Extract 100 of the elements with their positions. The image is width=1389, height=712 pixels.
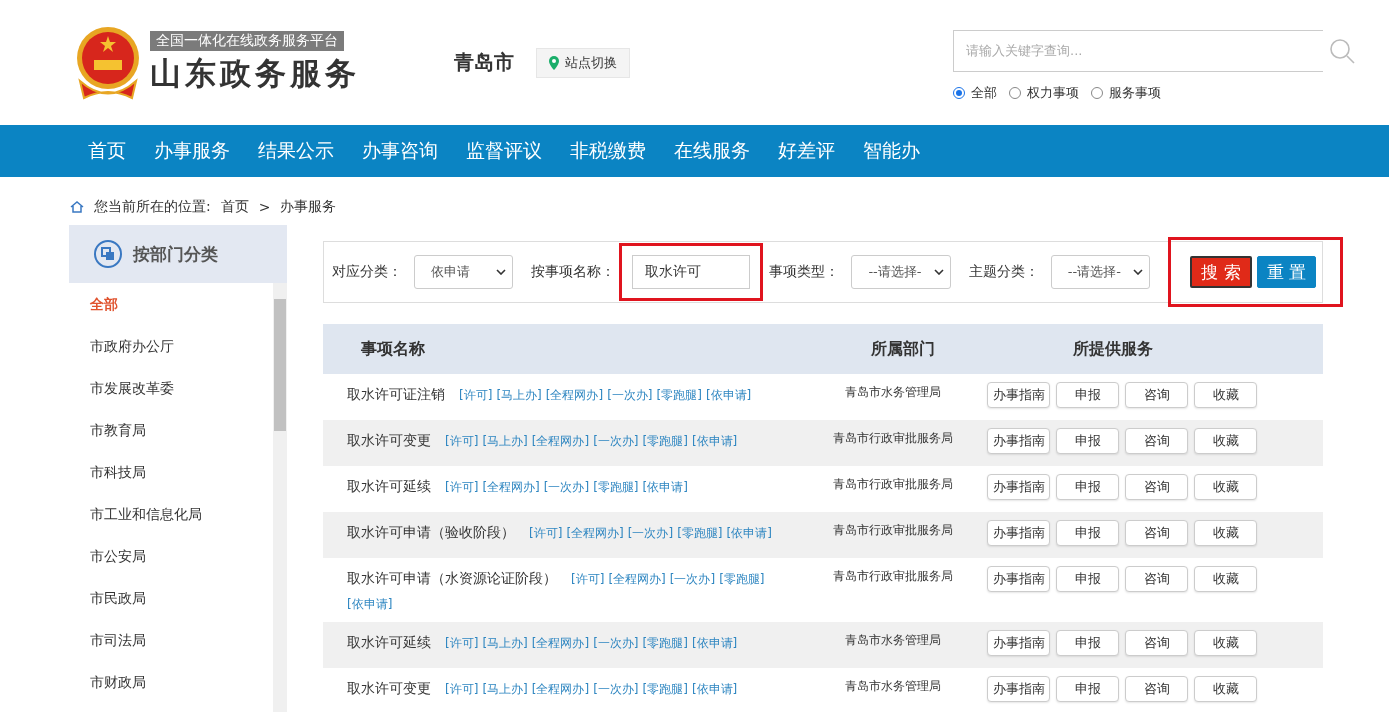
sidebar-item[interactable]: 市教育局: [69, 410, 273, 452]
action-button[interactable]: 咨询: [1125, 520, 1188, 546]
action-button[interactable]: 收藏: [1194, 676, 1257, 702]
item-tag[interactable]: [全程网办]: [545, 383, 604, 407]
item-tag[interactable]: [马上办]: [496, 383, 542, 407]
item-tag[interactable]: [零跑腿]: [642, 429, 688, 453]
sidebar-item[interactable]: 市工业和信息化局: [69, 494, 273, 536]
action-button[interactable]: 咨询: [1125, 474, 1188, 500]
name-field[interactable]: 取水许可: [632, 255, 751, 289]
sidebar-item[interactable]: 全部: [69, 284, 273, 326]
item-tag[interactable]: [一次办]: [669, 567, 716, 591]
action-button[interactable]: 办事指南: [987, 382, 1050, 408]
item-tag[interactable]: [一次办]: [593, 631, 639, 655]
item-tag[interactable]: [全程网办]: [531, 631, 590, 655]
sidebar-item[interactable]: 市公安局: [69, 536, 273, 578]
action-button[interactable]: 申报: [1056, 428, 1119, 454]
filter-select[interactable]: --请选择-: [1050, 255, 1151, 289]
item-tag[interactable]: [零跑腿]: [719, 567, 765, 591]
action-button[interactable]: 咨询: [1125, 676, 1188, 702]
item-tag[interactable]: [依申请]: [691, 631, 738, 655]
site-switch-button[interactable]: 站点切换: [536, 47, 630, 78]
action-button[interactable]: 收藏: [1194, 630, 1257, 656]
sidebar-item[interactable]: 市司法局: [69, 620, 273, 662]
scope-radio-option[interactable]: 权力事项: [1009, 83, 1079, 102]
item-tag[interactable]: [许可]: [445, 429, 479, 453]
item-tag[interactable]: [马上办]: [482, 631, 528, 655]
scrollbar[interactable]: [273, 283, 287, 712]
action-button[interactable]: 收藏: [1194, 474, 1257, 500]
item-tag[interactable]: [零跑腿]: [642, 677, 688, 701]
action-button[interactable]: 办事指南: [987, 676, 1050, 702]
action-button[interactable]: 申报: [1056, 382, 1119, 408]
item-tag[interactable]: [零跑腿]: [656, 383, 702, 407]
action-button[interactable]: 咨询: [1125, 428, 1188, 454]
item-tag[interactable]: [一次办]: [627, 521, 674, 545]
action-button[interactable]: 申报: [1056, 566, 1119, 592]
item-tag[interactable]: [依申请]: [642, 475, 688, 499]
item-tag[interactable]: [零跑腿]: [642, 631, 688, 655]
breadcrumb-link[interactable]: 办事服务: [280, 197, 337, 216]
item-tag[interactable]: [许可]: [445, 631, 479, 655]
item-tag[interactable]: [马上办]: [482, 677, 528, 701]
item-tag[interactable]: [一次办]: [543, 475, 590, 499]
nav-link[interactable]: 好差评: [778, 138, 835, 164]
item-tag[interactable]: [全程网办]: [531, 429, 590, 453]
search-field[interactable]: 请输入关键字查询...: [953, 29, 1323, 72]
filter-select[interactable]: 依申请: [414, 255, 514, 289]
reset-button[interactable]: 重 置: [1256, 256, 1316, 288]
item-tag[interactable]: [一次办]: [593, 677, 639, 701]
action-button[interactable]: 申报: [1056, 474, 1119, 500]
action-button[interactable]: 申报: [1056, 676, 1119, 702]
action-button[interactable]: 收藏: [1194, 566, 1257, 592]
item-tag[interactable]: [依申请]: [726, 521, 772, 545]
item-tag[interactable]: [一次办]: [607, 383, 653, 407]
item-tag[interactable]: [许可]: [445, 475, 479, 499]
sidebar-item[interactable]: 市民政局: [69, 578, 273, 620]
action-button[interactable]: 申报: [1056, 520, 1119, 546]
scope-radio-option[interactable]: 全部: [953, 83, 997, 102]
sidebar-item[interactable]: 市财政局: [69, 662, 273, 704]
action-button[interactable]: 办事指南: [987, 566, 1050, 592]
nav-link[interactable]: 非税缴费: [570, 138, 646, 164]
item-tag[interactable]: [零跑腿]: [677, 521, 723, 545]
action-button[interactable]: 办事指南: [987, 630, 1050, 656]
action-button[interactable]: 咨询: [1125, 382, 1188, 408]
search-button[interactable]: 搜 索: [1190, 256, 1252, 288]
search-icon[interactable]: [1329, 37, 1355, 64]
action-button[interactable]: 办事指南: [987, 520, 1050, 546]
action-button[interactable]: 申报: [1056, 630, 1119, 656]
item-tag[interactable]: [全程网办]: [608, 567, 666, 591]
sidebar-item[interactable]: 市科技局: [69, 452, 273, 494]
item-tag[interactable]: [依申请]: [347, 592, 393, 616]
nav-link[interactable]: 监督评议: [466, 138, 542, 164]
item-tag[interactable]: [许可]: [529, 521, 563, 545]
action-button[interactable]: 收藏: [1194, 382, 1257, 408]
item-tag[interactable]: [许可]: [445, 677, 479, 701]
action-button[interactable]: 咨询: [1125, 566, 1188, 592]
item-tag[interactable]: [全程网办]: [531, 677, 590, 701]
item-tag[interactable]: [依申请]: [705, 383, 752, 407]
nav-link[interactable]: 在线服务: [674, 138, 750, 164]
item-tag[interactable]: [许可]: [571, 567, 605, 591]
nav-link[interactable]: 结果公示: [258, 138, 334, 164]
breadcrumb-link[interactable]: 首页: [220, 197, 249, 216]
item-tag[interactable]: [许可]: [459, 383, 493, 407]
action-button[interactable]: 办事指南: [987, 474, 1050, 500]
item-tag[interactable]: [全程网办]: [566, 521, 624, 545]
item-tag[interactable]: [马上办]: [482, 429, 528, 453]
filter-select[interactable]: --请选择-: [851, 255, 951, 289]
sidebar-item[interactable]: 市政府办公厅: [69, 326, 273, 368]
scope-radio-option[interactable]: 服务事项: [1091, 83, 1161, 102]
nav-link[interactable]: 办事咨询: [362, 138, 438, 164]
action-button[interactable]: 咨询: [1125, 630, 1188, 656]
nav-link[interactable]: 智能办: [863, 138, 920, 164]
action-button[interactable]: 收藏: [1194, 520, 1257, 546]
nav-link[interactable]: 首页: [88, 138, 126, 164]
item-tag[interactable]: [一次办]: [593, 429, 639, 453]
item-tag[interactable]: [依申请]: [691, 677, 738, 701]
item-tag[interactable]: [零跑腿]: [593, 475, 639, 499]
item-tag[interactable]: [全程网办]: [482, 475, 540, 499]
nav-link[interactable]: 办事服务: [154, 138, 230, 164]
action-button[interactable]: 办事指南: [987, 428, 1050, 454]
action-button[interactable]: 收藏: [1194, 428, 1257, 454]
sidebar-item[interactable]: 市发展改革委: [69, 368, 273, 410]
